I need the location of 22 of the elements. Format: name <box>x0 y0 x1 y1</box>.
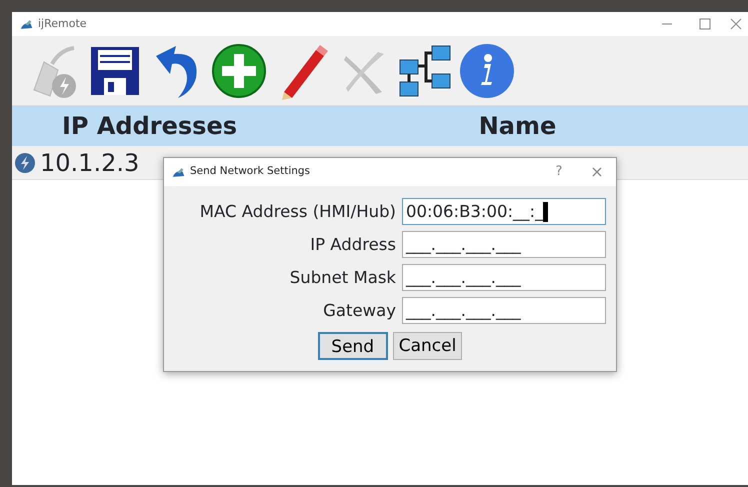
dialog-title: Send Network Settings <box>190 164 312 180</box>
table-cell-text: 10.1.2.3 <box>40 148 140 178</box>
field-label: IP Address <box>309 234 396 256</box>
column-header[interactable]: Name <box>287 108 748 144</box>
input-field[interactable]: ___.___.___.___ <box>402 297 606 324</box>
lightning-icon <box>14 152 36 174</box>
input-field[interactable]: ___.___.___.___ <box>402 231 606 258</box>
app-logo-icon <box>20 18 34 30</box>
field-label: MAC Address (HMI/Hub) <box>198 201 396 223</box>
field-label: Subnet Mask <box>288 267 396 289</box>
field-label: Gateway <box>322 300 396 322</box>
info-icon[interactable] <box>458 42 516 100</box>
input-field[interactable]: ___.___.___.___ <box>402 264 606 291</box>
window-title: ijRemote <box>38 16 87 32</box>
help-button[interactable]: ? <box>540 162 578 182</box>
app-logo-icon <box>172 166 186 178</box>
dialog-button[interactable]: Send <box>318 332 388 360</box>
close-button[interactable]: × <box>578 160 616 184</box>
input-field[interactable]: 00:06:B3:00:__:_ <box>402 198 606 225</box>
column-header[interactable]: IP Addresses <box>12 108 287 144</box>
dialog-button[interactable]: Cancel <box>392 332 462 360</box>
add-icon[interactable] <box>210 42 268 100</box>
